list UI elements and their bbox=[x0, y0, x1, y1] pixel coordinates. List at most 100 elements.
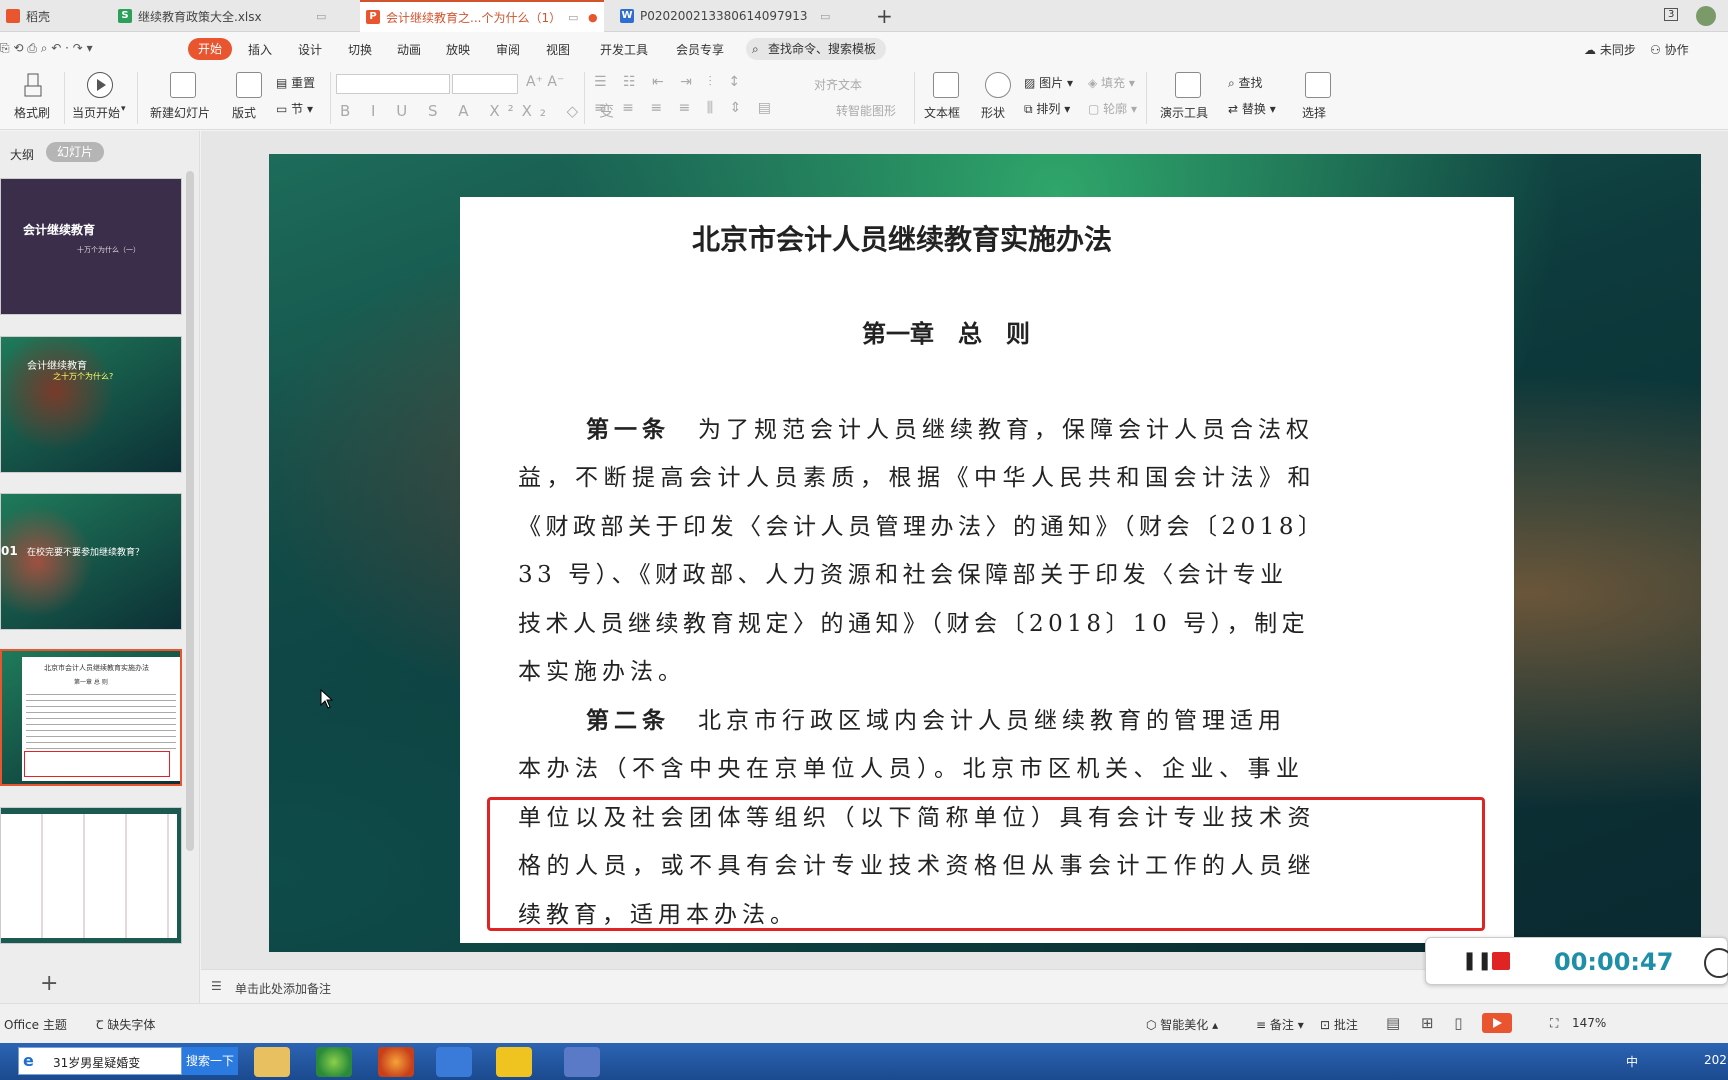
pane-scrollbar[interactable] bbox=[186, 171, 194, 851]
system-clock[interactable]: 202 bbox=[1704, 1053, 1727, 1067]
format-painter-button[interactable]: 格式刷 bbox=[14, 104, 50, 121]
new-slide-button[interactable]: 新建幻灯片 bbox=[150, 104, 210, 121]
text-format-icons[interactable]: B I U S A X²X₂ ◇ 变 bbox=[340, 100, 622, 121]
format-painter-icon[interactable] bbox=[20, 72, 46, 98]
find-button[interactable]: ⌕ 查找 bbox=[1228, 74, 1263, 91]
notes-toggle-button[interactable]: ≡ 备注 ▾ bbox=[1256, 1016, 1304, 1033]
tab-outline[interactable]: 大纲 bbox=[10, 146, 34, 163]
reset-button[interactable]: ▤ 重置 bbox=[276, 74, 315, 91]
tab-float-icon[interactable]: ▭ bbox=[568, 11, 578, 24]
layout-button[interactable]: 版式 bbox=[232, 104, 256, 121]
ime-indicator[interactable]: 中 bbox=[1626, 1053, 1638, 1070]
shape-icon[interactable] bbox=[985, 72, 1011, 98]
section-button[interactable]: ▭ 节 ▾ bbox=[276, 100, 313, 117]
recorder-camera-icon[interactable] bbox=[1704, 948, 1728, 978]
play-from-current-button[interactable]: 当页开始 bbox=[72, 104, 120, 121]
tab-spreadsheet[interactable]: S 继续教育政策大全.xlsx ▭ bbox=[112, 0, 358, 32]
arrange-button[interactable]: ⧉ 排列 ▾ bbox=[1024, 100, 1070, 117]
menu-bar: ⎘ ⟲ ⎙ ⌕ ↶ · ↷ ▾ 开始 插入 设计 切换 动画 放映 审阅 视图 … bbox=[0, 32, 1728, 66]
sync-status[interactable]: ☁ 未同步 bbox=[1584, 41, 1636, 58]
menu-member[interactable]: 会员专享 bbox=[676, 41, 724, 58]
select-icon[interactable] bbox=[1305, 72, 1331, 98]
slideshow-play-button[interactable] bbox=[1482, 1013, 1512, 1033]
avatar[interactable] bbox=[1696, 6, 1716, 26]
tab-float-icon[interactable]: ▭ bbox=[316, 10, 326, 23]
textbox-button[interactable]: 文本框 bbox=[924, 104, 960, 121]
tab-presentation[interactable]: P 会计继续教育之...个为什么（1） ▭ ● bbox=[360, 0, 604, 32]
wps-writer-icon[interactable] bbox=[436, 1047, 472, 1077]
tab-bar: 稻壳 S 继续教育政策大全.xlsx ▭ P 会计继续教育之...个为什么（1）… bbox=[0, 0, 1728, 32]
menu-start[interactable]: 开始 bbox=[188, 38, 232, 60]
tab-docer[interactable]: 稻壳 bbox=[0, 0, 110, 32]
status-bar: Office 主题 Ꞇ 缺失字体 ⬡ 智能美化 ▴ ≡ 备注 ▾ ⊡ 批注 ▤ … bbox=[0, 1003, 1728, 1043]
firefox-icon[interactable] bbox=[378, 1047, 414, 1077]
presentation-tools-icon[interactable] bbox=[1175, 72, 1201, 98]
recording-timer: 00:00:47 bbox=[1554, 948, 1674, 976]
menu-review[interactable]: 审阅 bbox=[496, 41, 520, 58]
spreadsheet-icon: S bbox=[118, 9, 132, 23]
fit-window-icon[interactable]: ⛶ bbox=[1550, 1016, 1558, 1031]
smart-shape-button[interactable]: 转智能图形 bbox=[836, 102, 896, 119]
list-format-icons[interactable]: ☰ ☷ ⇤ ⇥ ⫶ ↕ bbox=[594, 74, 746, 90]
shape-button[interactable]: 形状 bbox=[981, 104, 1005, 121]
add-slide-button[interactable]: + bbox=[40, 971, 58, 996]
outline-button[interactable]: ▢ 轮廓 ▾ bbox=[1088, 100, 1137, 117]
layout-icon[interactable] bbox=[236, 72, 262, 98]
presentation-tools-button[interactable]: 演示工具 bbox=[1160, 104, 1208, 121]
textbox-icon[interactable] bbox=[933, 72, 959, 98]
slide-thumbnail-3[interactable]: 01 在校完要不要参加继续教育？ bbox=[0, 493, 182, 630]
menu-animation[interactable]: 动画 bbox=[397, 41, 421, 58]
menu-insert[interactable]: 插入 bbox=[248, 41, 272, 58]
menu-design[interactable]: 设计 bbox=[298, 41, 322, 58]
menu-slideshow[interactable]: 放映 bbox=[446, 41, 470, 58]
missing-font-button[interactable]: Ꞇ 缺失字体 bbox=[96, 1016, 155, 1033]
taskbar-search-input[interactable]: e 31岁男星疑婚变 bbox=[18, 1047, 182, 1075]
select-button[interactable]: 选择 bbox=[1302, 104, 1326, 121]
collaborate-button[interactable]: ⚇ 协作 bbox=[1650, 41, 1689, 58]
fill-button[interactable]: ◈ 填充 ▾ bbox=[1088, 74, 1135, 91]
document-title: 北京市会计人员继续教育实施办法 bbox=[692, 223, 1113, 256]
windows-taskbar: e 31岁男星疑婚变 搜索一下 中 202 bbox=[0, 1043, 1728, 1080]
picture-button[interactable]: ▨ 图片 ▾ bbox=[1024, 74, 1073, 91]
menu-dev-tools[interactable]: 开发工具 bbox=[600, 41, 648, 58]
taskbar-search-button[interactable]: 搜索一下 bbox=[182, 1047, 238, 1075]
slide-thumbnail-2[interactable]: 会计继续教育 之十万个为什么? bbox=[0, 336, 182, 473]
slide-thumbnail-4-selected[interactable]: 北京市会计人员继续教育实施办法 第一章 总 则 bbox=[0, 649, 182, 786]
font-family-select[interactable] bbox=[336, 74, 450, 94]
tab-label: 稻壳 bbox=[26, 9, 51, 24]
slide-thumbnail-pane: 大纲 幻灯片 会计继续教育 十万个为什么（一） 会计继续教育 之十万个为什么? … bbox=[0, 131, 200, 1003]
menu-transition[interactable]: 切换 bbox=[348, 41, 372, 58]
thumb-title: 在校完要不要参加继续教育？ bbox=[27, 548, 145, 558]
font-size-select[interactable] bbox=[452, 74, 518, 94]
slide-thumbnail-5[interactable] bbox=[0, 807, 182, 944]
tab-document[interactable]: W P020200213380614097913 ▭ bbox=[614, 0, 872, 32]
media-app-icon[interactable] bbox=[564, 1047, 600, 1077]
command-search-input[interactable]: ⌕ 查找命令、搜索模板 bbox=[746, 38, 886, 60]
tab-float-icon[interactable]: ▭ bbox=[820, 10, 830, 23]
tab-label: 继续教育政策大全.xlsx bbox=[138, 9, 262, 24]
theme-name[interactable]: Office 主题 bbox=[4, 1016, 67, 1033]
quick-access-toolbar[interactable]: ⎘ ⟲ ⎙ ⌕ ↶ · ↷ ▾ bbox=[0, 41, 93, 56]
file-explorer-icon[interactable] bbox=[254, 1047, 290, 1077]
comments-button[interactable]: ⊡ 批注 bbox=[1320, 1016, 1358, 1033]
paragraph-align-icons[interactable]: ≡ ≡ ≡ ≡ ⫼ ⇕ ▤ bbox=[594, 100, 777, 116]
pause-icon[interactable]: ❚❚ bbox=[1462, 950, 1492, 971]
chevron-down-icon[interactable]: ▾ bbox=[121, 104, 126, 114]
menu-view[interactable]: 视图 bbox=[546, 41, 570, 58]
app-icon[interactable] bbox=[496, 1047, 532, 1077]
tab-slides[interactable]: 幻灯片 bbox=[46, 142, 104, 162]
align-text-button[interactable]: 对齐文本 bbox=[814, 76, 862, 93]
replace-button[interactable]: ⇄ 替换 ▾ bbox=[1228, 100, 1276, 117]
view-mode-icons[interactable]: ▤ ⊞ ▯ bbox=[1386, 1014, 1471, 1032]
new-slide-icon[interactable] bbox=[170, 72, 196, 98]
window-counter[interactable]: 3 bbox=[1664, 8, 1679, 21]
browser-360-icon[interactable] bbox=[316, 1047, 352, 1077]
smart-beautify-button[interactable]: ⬡ 智能美化 ▴ bbox=[1146, 1016, 1218, 1033]
play-icon[interactable] bbox=[87, 72, 113, 98]
new-tab-button[interactable]: + bbox=[876, 4, 893, 28]
notes-placeholder[interactable]: 单击此处添加备注 bbox=[235, 980, 331, 997]
font-grow-shrink-icon[interactable]: A⁺ A⁻ bbox=[526, 74, 564, 90]
zoom-level[interactable]: 147% bbox=[1572, 1016, 1606, 1030]
stop-icon[interactable] bbox=[1492, 952, 1510, 970]
slide-thumbnail-1[interactable]: 会计继续教育 十万个为什么（一） bbox=[0, 178, 182, 315]
